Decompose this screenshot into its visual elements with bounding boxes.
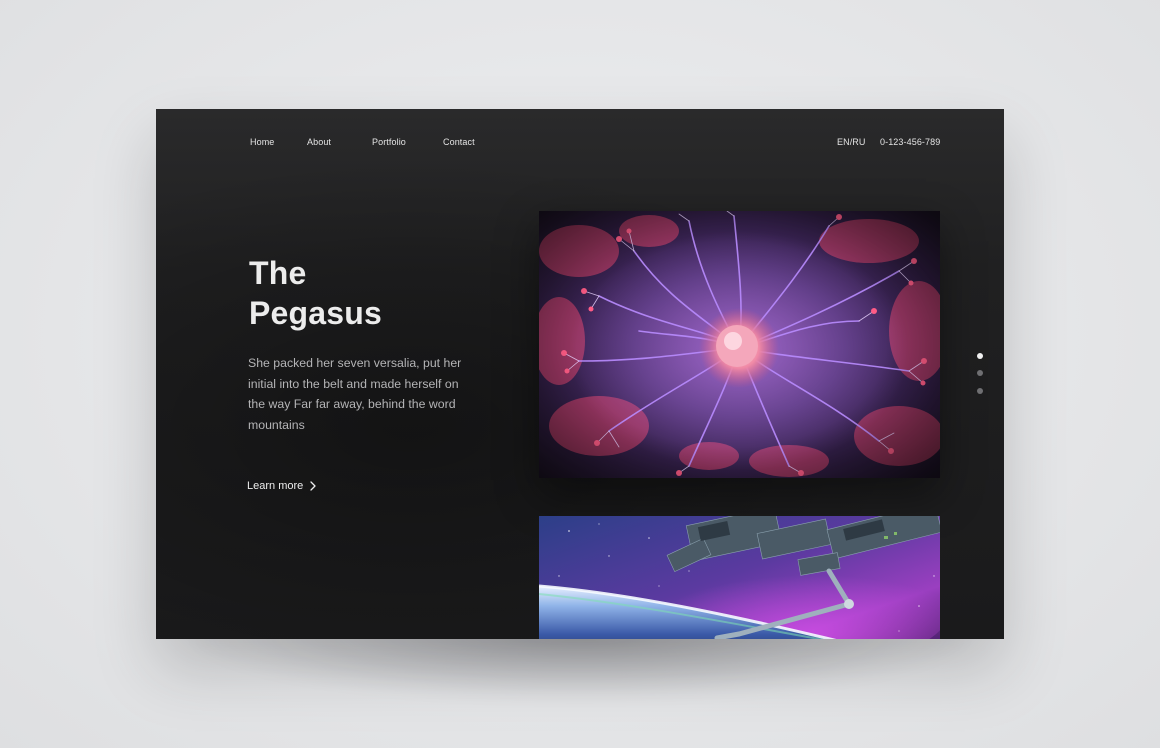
presentation-stage: Home About Portfolio Contact EN/RU 0-123…: [0, 0, 1160, 748]
hero-title-line-2: Pegasus: [249, 295, 383, 331]
website-frame: Home About Portfolio Contact EN/RU 0-123…: [156, 109, 1004, 639]
chevron-right-icon: [310, 481, 316, 491]
pager-dot-2[interactable]: [977, 370, 983, 376]
nav-contact-link[interactable]: Contact: [443, 137, 475, 147]
nav-home-link[interactable]: Home: [250, 137, 274, 147]
nav-portfolio-link[interactable]: Portfolio: [372, 137, 406, 147]
nav-about-link[interactable]: About: [307, 137, 331, 147]
space-station-image: [539, 516, 940, 639]
phone-number[interactable]: 0-123-456-789: [880, 137, 940, 147]
hero-description: She packed her seven versalia, put her i…: [248, 356, 462, 432]
language-switch[interactable]: EN/RU: [837, 137, 866, 147]
learn-more-label: Learn more: [247, 480, 304, 492]
pager-dot-1[interactable]: [977, 353, 983, 359]
learn-more-button[interactable]: Learn more: [247, 480, 317, 492]
hero-title: The Pegasus: [249, 253, 382, 333]
hero-title-line-1: The: [249, 255, 307, 291]
pager-dot-3[interactable]: [977, 388, 983, 394]
plasma-ball-image: [539, 211, 940, 478]
